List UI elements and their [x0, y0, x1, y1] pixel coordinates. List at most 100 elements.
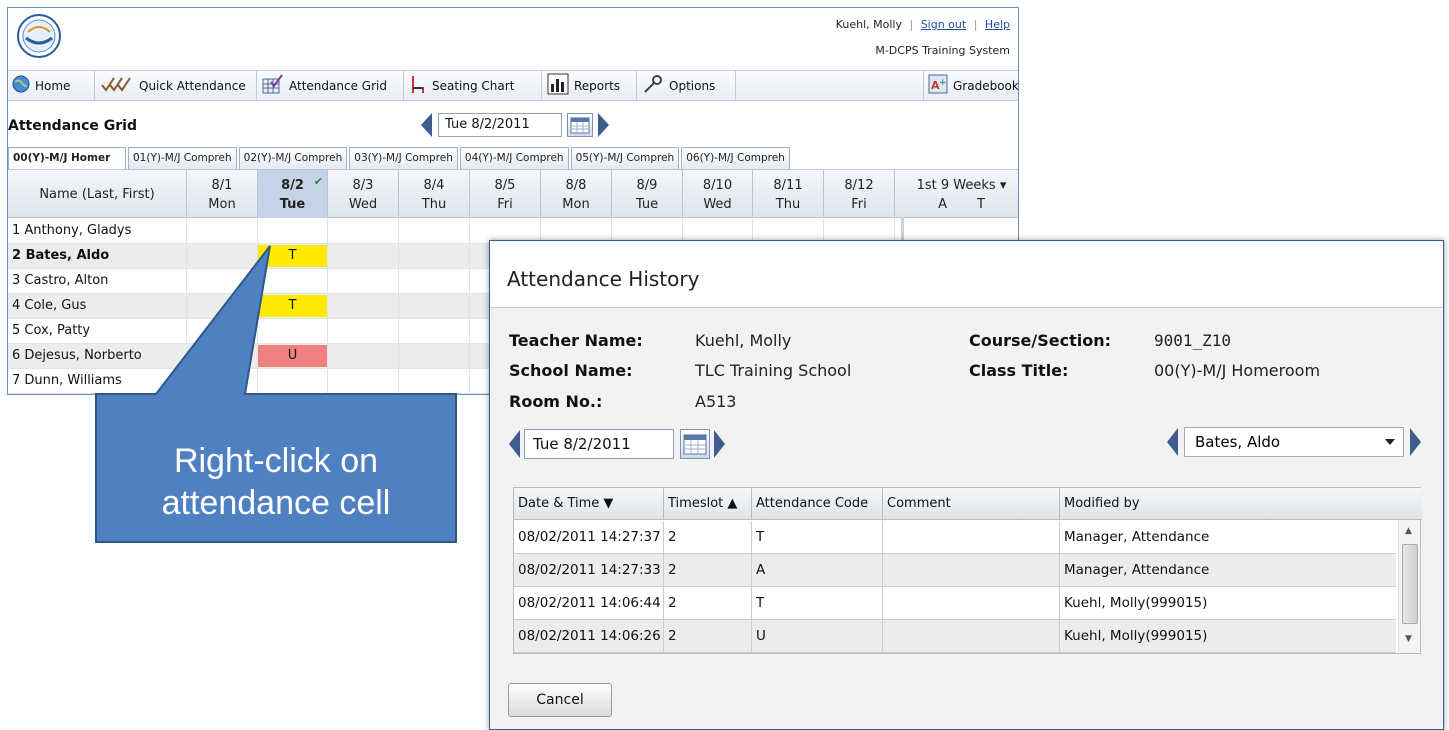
term-header[interactable]: 1st 9 Weeks ▾ A T [903, 170, 1018, 218]
teacher-name-value: Kuehl, Molly [695, 331, 792, 350]
dialog-next-date-arrow-icon[interactable] [714, 430, 725, 458]
school-name-label: School Name: [509, 361, 633, 380]
day-header[interactable]: 8/4 Thu [399, 170, 470, 218]
prev-date-arrow-icon[interactable] [421, 113, 432, 137]
dialog-date-field[interactable]: Tue 8/2/2011 [524, 429, 674, 459]
col-date-time[interactable]: Date & Time ▼ [514, 488, 664, 520]
dialog-title: Attendance History [490, 241, 1443, 308]
day-header[interactable]: 8/8 Mon [541, 170, 612, 218]
history-row[interactable]: 08/02/2011 14:27:33 2 A Manager, Attendance [514, 554, 1396, 587]
day-header[interactable]: 8/12 Fri [824, 170, 895, 218]
col-attendance-code[interactable]: Attendance Code [752, 488, 883, 520]
history-row[interactable]: 08/02/2011 14:06:44 2 T Kuehl, Molly(999015… [514, 587, 1396, 620]
date-time-cell: 08/02/2011 14:27:37 [514, 521, 664, 554]
scroll-down-icon[interactable]: ▼ [1405, 634, 1412, 644]
next-student-arrow-icon[interactable] [1410, 428, 1421, 456]
grid-line [469, 369, 470, 394]
col-modified-by[interactable]: Modified by [1060, 488, 1422, 520]
grid-line [469, 294, 470, 319]
next-date-arrow-icon[interactable] [598, 113, 609, 137]
user-links: Kuehl, Molly | Sign out | Help [835, 18, 1010, 31]
app-header: Kuehl, Molly | Sign out | Help M-DCPS Tr… [8, 8, 1018, 68]
grid-line [398, 219, 399, 244]
student-name[interactable]: 3 Castro, Alton [12, 273, 108, 288]
dialog-calendar-icon[interactable] [680, 429, 710, 459]
tab-class-00[interactable]: 00(Y)-M/J Homer [8, 147, 126, 169]
tab-class-03[interactable]: 03(Y)-M/J Compreh [349, 147, 458, 169]
history-table-header: Date & Time ▼ Timeslot ▲ Attendance Code… [514, 488, 1422, 520]
day-date: 8/8 [565, 178, 587, 193]
student-name[interactable]: 5 Cox, Patty [12, 323, 90, 338]
grid-date-field[interactable]: Tue 8/2/2011 [438, 113, 562, 137]
tab-class-05[interactable]: 05(Y)-M/J Compreh [570, 147, 680, 169]
day-dow: Wed [348, 197, 378, 212]
tab-class-01[interactable]: 01(Y)-M/J Compreh [128, 147, 237, 169]
comment-cell [883, 554, 1060, 587]
nav-attendance-grid[interactable]: Attendance Grid [258, 71, 404, 100]
prev-student-arrow-icon[interactable] [1167, 428, 1178, 456]
attendance-code-cell: U [752, 620, 883, 653]
scrollbar-thumb[interactable] [1402, 544, 1418, 624]
attendance-cell[interactable] [258, 370, 327, 392]
col-comment[interactable]: Comment [883, 488, 1060, 520]
nav-seating-chart[interactable]: Seating Chart [405, 71, 542, 100]
cancel-button[interactable]: Cancel [508, 683, 612, 717]
nav-gradebook[interactable]: A + Gradebook [923, 71, 1018, 100]
sign-out-link[interactable]: Sign out [921, 18, 967, 31]
student-name[interactable]: 7 Dunn, Williams [12, 373, 122, 388]
timeslot-cell: 2 [664, 620, 752, 653]
col-timeslot[interactable]: Timeslot ▲ [664, 488, 752, 520]
modified-by-cell: Kuehl, Molly(999015) [1064, 595, 1208, 611]
wrench-icon [642, 74, 669, 97]
room-no-label: Room No.: [509, 392, 603, 411]
day-header[interactable]: 8/9 Tue [612, 170, 683, 218]
class-title-label: Class Title: [969, 361, 1069, 380]
history-scrollbar[interactable]: ▲ ▼ [1398, 520, 1420, 653]
day-header[interactable]: 8/5 Fri [470, 170, 541, 218]
help-link[interactable]: Help [985, 18, 1010, 31]
tab-class-02[interactable]: 02(Y)-M/J Compreh [238, 147, 348, 169]
scroll-up-icon[interactable]: ▲ [1405, 526, 1412, 536]
student-name[interactable]: 1 Anthony, Gladys [12, 223, 131, 238]
nav-quick-attendance[interactable]: Quick Attendance [96, 71, 257, 100]
attendance-cell[interactable] [258, 270, 327, 292]
history-row[interactable]: 08/02/2011 14:27:37 2 T Manager, Attendance [514, 521, 1396, 554]
globe-icon [12, 75, 35, 96]
term-col-t: T [976, 197, 985, 212]
caret-down-icon[interactable]: ▾ [1000, 178, 1007, 193]
student-name[interactable]: 4 Cole, Gus [12, 298, 86, 313]
tab-class-06[interactable]: 06(Y)-M/J Compreh [681, 147, 790, 169]
checkmark-icon: ✔ [313, 175, 323, 188]
nav-home[interactable]: Home [8, 71, 95, 100]
calendar-icon[interactable] [567, 113, 593, 137]
day-header[interactable]: 8/11 Thu [753, 170, 824, 218]
attendance-cell[interactable] [258, 320, 327, 342]
tab-class-04[interactable]: 04(Y)-M/J Compreh [459, 147, 569, 169]
day-date: 8/10 [702, 178, 733, 193]
student-select[interactable]: Bates, Aldo [1184, 427, 1404, 457]
attendance-cell[interactable]: T [258, 295, 327, 317]
date-time-cell: 08/02/2011 14:06:26 [514, 620, 664, 653]
attendance-cell[interactable]: T [258, 245, 327, 267]
callout-line-1: Right-click on [173, 442, 379, 480]
attendance-code-cell: T [752, 521, 883, 554]
day-dow: Thu [775, 197, 801, 212]
dialog-prev-date-arrow-icon[interactable] [509, 430, 520, 458]
modified-by-cell: Manager, Attendance [1064, 529, 1210, 545]
day-header[interactable]: 8/3 Wed [328, 170, 399, 218]
nav-home-label: Home [35, 78, 71, 93]
name-column-header[interactable]: Name (Last, First) [8, 170, 187, 218]
day-header[interactable]: 8/10 Wed [683, 170, 753, 218]
attendance-cell[interactable] [258, 220, 327, 242]
date-time-cell: 08/02/2011 14:27:33 [514, 554, 664, 587]
history-row[interactable]: 08/02/2011 14:06:26 2 U Kuehl, Molly(999015… [514, 620, 1396, 653]
attendance-cell[interactable]: U [258, 345, 327, 367]
student-name[interactable]: 6 Dejesus, Norberto [12, 348, 142, 363]
grid-line [186, 269, 187, 294]
day-header[interactable]: 8/1 Mon [187, 170, 258, 218]
day-header-selected[interactable]: ✔ 8/2 Tue [258, 170, 328, 218]
nav-options[interactable]: Options [638, 71, 736, 100]
mdcps-logo [16, 12, 62, 62]
student-name[interactable]: 2 Bates, Aldo [12, 248, 109, 263]
nav-reports[interactable]: Reports [543, 71, 637, 100]
